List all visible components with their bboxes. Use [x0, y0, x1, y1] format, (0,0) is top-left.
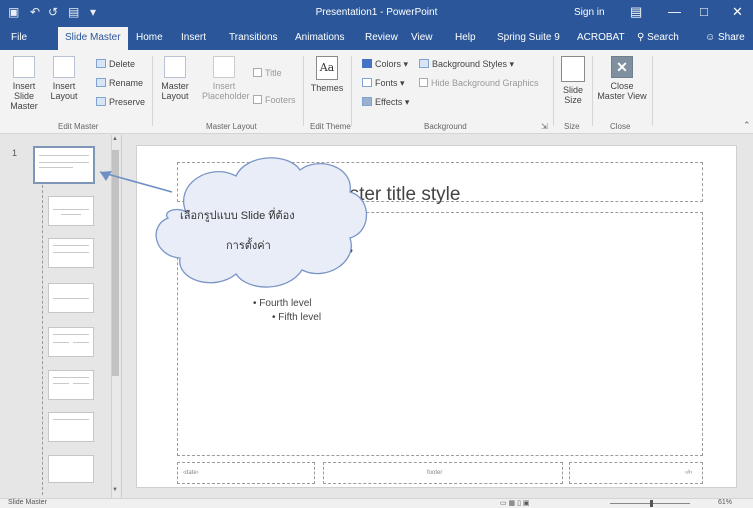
status-bar: Slide Master ▭ ▦ ▯ ▣ 61% [0, 498, 753, 508]
callout-cloud [99, 157, 367, 288]
view-buttons[interactable]: ▭ ▦ ▯ ▣ [500, 499, 530, 507]
zoom-level[interactable]: 61% [718, 499, 732, 506]
callout-text-line-2: การตั้งค่า [226, 240, 271, 252]
callout-text-line-1: เลือกรูปแบบ Slide ที่ต้อง [180, 210, 295, 222]
status-view-label: Slide Master [8, 499, 47, 506]
zoom-slider-handle[interactable] [650, 500, 653, 507]
